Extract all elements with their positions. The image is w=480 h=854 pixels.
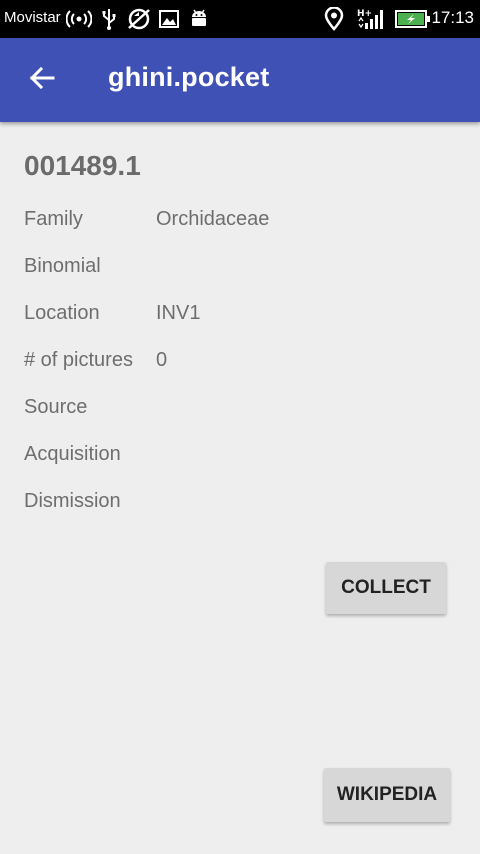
status-bar: Movistar H+ 17:13 xyxy=(0,0,480,38)
location-label: Location xyxy=(24,302,100,324)
accession-code: 001489.1 xyxy=(24,150,141,181)
dismission-label: Dismission xyxy=(24,490,121,512)
clock-time: 17:13 xyxy=(431,8,474,27)
binomial-label: Binomial xyxy=(24,255,101,277)
no-sync-icon xyxy=(126,7,152,31)
usb-icon xyxy=(101,7,117,31)
source-label: Source xyxy=(24,396,88,418)
family-value: Orchidaceae xyxy=(156,208,270,230)
app-bar: ghini.pocket xyxy=(0,38,480,122)
image-icon xyxy=(159,7,179,31)
acquisition-label: Acquisition xyxy=(24,443,121,465)
app-title: ghini.pocket xyxy=(108,62,270,92)
hotspot-icon xyxy=(66,7,92,31)
pictures-value: 0 xyxy=(156,349,168,371)
family-label: Family xyxy=(24,208,83,230)
arrow-back-icon xyxy=(29,66,55,95)
wikipedia-button[interactable]: WIKIPEDIA xyxy=(324,768,450,822)
collect-button[interactable]: COLLECT xyxy=(326,562,446,614)
pictures-label: # of pictures xyxy=(24,349,133,371)
location-pin-icon xyxy=(324,7,344,31)
android-debug-icon xyxy=(189,7,209,31)
location-value: INV1 xyxy=(156,302,201,324)
signal-h-plus-icon: H+ xyxy=(357,7,387,31)
battery-charging-icon xyxy=(395,7,431,31)
carrier-label: Movistar xyxy=(4,9,61,26)
svg-text:H+: H+ xyxy=(357,9,372,19)
back-button[interactable] xyxy=(22,60,62,100)
